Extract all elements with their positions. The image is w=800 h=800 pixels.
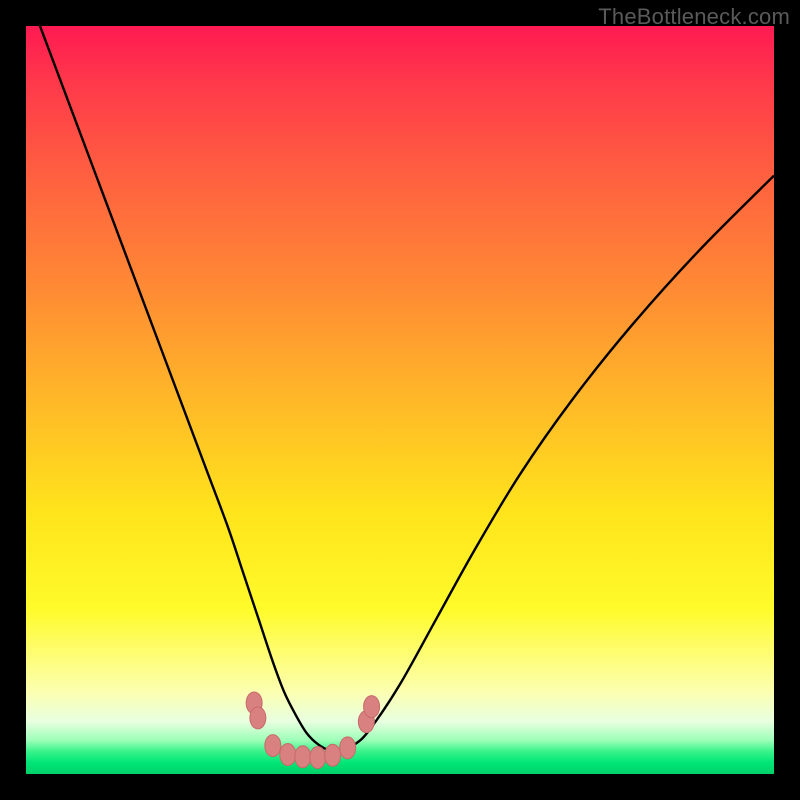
curve-marker — [280, 744, 296, 766]
watermark-text: TheBottleneck.com — [598, 4, 790, 30]
curve-marker — [340, 737, 356, 759]
bottleneck-curve — [26, 26, 774, 751]
curve-marker — [325, 744, 341, 766]
curve-marker — [364, 696, 380, 718]
curve-marker — [265, 735, 281, 757]
curve-marker — [295, 746, 311, 768]
curve-markers — [246, 692, 379, 769]
chart-frame: TheBottleneck.com — [0, 0, 800, 800]
chart-svg — [26, 26, 774, 774]
curve-marker — [250, 707, 266, 729]
curve-marker — [310, 747, 326, 769]
plot-area — [26, 26, 774, 774]
